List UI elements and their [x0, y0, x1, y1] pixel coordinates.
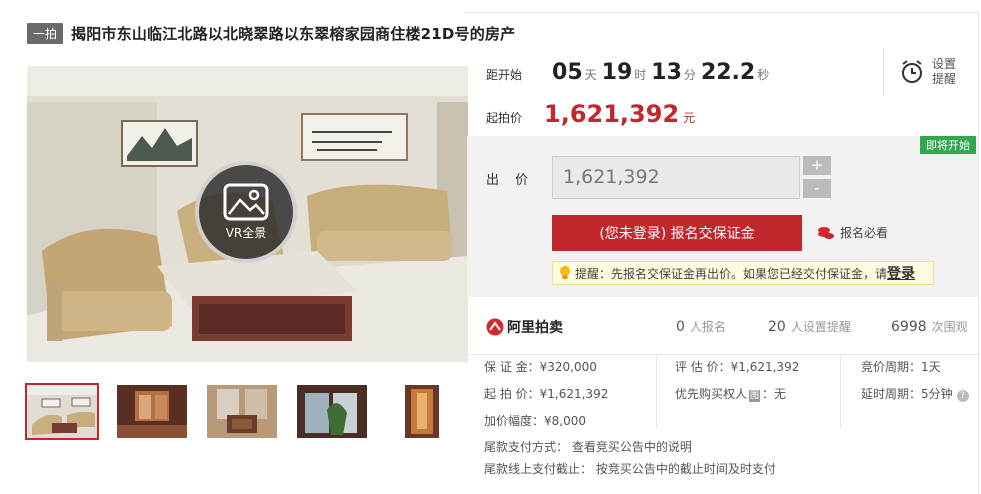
- ali-auction-logo-icon: [486, 318, 504, 336]
- delay-text: 延时周期：5分钟: [861, 387, 953, 401]
- views-count: 6998: [891, 319, 927, 335]
- countdown-hours: 19: [601, 60, 633, 85]
- countdown: 距开始 05 天 19 时 13 分 22.2 秒: [486, 60, 774, 85]
- views-label: 次围观: [931, 320, 968, 334]
- reminders-stat: 20 人设置提醒: [768, 318, 851, 335]
- bid-label: 出 价: [486, 173, 535, 188]
- start-price-row: 起拍价 1,621,392 元: [486, 100, 695, 128]
- thumbnail-strip: [25, 383, 477, 440]
- detail-divider-1: [656, 355, 657, 428]
- decrease-bid-button[interactable]: -: [803, 179, 831, 198]
- start-price-unit: 元: [683, 111, 696, 125]
- cycle-info: 竞价周期：1天: [861, 360, 941, 374]
- start-price-info: 起 拍 价：¥1,621,392: [484, 387, 609, 401]
- title-bar: 一拍 揭阳市东山临江北路以北晓翠路以东翠榕家园商住楼21D号的房产: [27, 20, 515, 46]
- thumbnail-2[interactable]: [117, 385, 187, 438]
- minutes-unit: 分: [683, 68, 696, 82]
- login-link[interactable]: 登录: [887, 263, 915, 283]
- start-price-value: 1,621,392: [544, 100, 680, 128]
- set-reminder-button[interactable]: 设置提醒: [883, 48, 961, 96]
- page-title: 揭阳市东山临江北路以北晓翠路以东翠榕家园商住楼21D号的房产: [71, 24, 516, 43]
- detail-divider-2: [840, 355, 841, 428]
- auction-round-tag: 一拍: [27, 22, 64, 44]
- views-stat: 6998 次围观: [891, 318, 968, 335]
- main-photo[interactable]: VR全景: [27, 66, 468, 362]
- signups-label: 人报名: [689, 320, 726, 334]
- register-deposit-button[interactable]: (您未登录) 报名交保证金: [552, 215, 802, 251]
- reminder-label: 设置提醒: [932, 57, 957, 86]
- vr-panorama-button[interactable]: VR全景: [195, 161, 297, 263]
- top-divider: [466, 12, 979, 13]
- countdown-seconds: 22.2: [700, 60, 756, 85]
- status-badge: 即将开始: [920, 136, 976, 154]
- brand-name: 阿里拍卖: [507, 320, 563, 336]
- tip-text: 提醒：先报名交保证金再出价。如果您已经交付保证金，请: [575, 266, 888, 281]
- signups-count: 0: [676, 319, 685, 335]
- days-unit: 天: [584, 68, 597, 82]
- signups-stat: 0 人报名: [676, 318, 726, 335]
- bid-panel: 即将开始 出 价 1,621,392 + - (您未登录) 报名交保证金 报名必…: [467, 136, 978, 297]
- bid-amount-input[interactable]: 1,621,392: [552, 156, 800, 199]
- coins-icon: [818, 226, 834, 239]
- priority-value: ：无: [762, 387, 787, 401]
- countdown-label: 距开始: [486, 68, 523, 82]
- bid-stepper: + -: [803, 156, 831, 202]
- lightbulb-icon: [560, 266, 570, 279]
- thumbnail-5[interactable]: [387, 385, 457, 438]
- right-divider: [978, 12, 979, 494]
- thumbnail-3[interactable]: [207, 385, 277, 438]
- must-read-label: 报名必看: [840, 226, 889, 240]
- deposit-info: 保 证 金：¥320,000: [484, 360, 597, 374]
- alarm-clock-icon: [902, 60, 922, 83]
- stats-row: 阿里拍卖 0 人报名 20 人设置提醒 6998 次围观: [467, 297, 978, 355]
- login-tip: 提醒：先报名交保证金再出价。如果您已经交付保证金，请 登录: [552, 261, 934, 285]
- payment-method-info: 尾款支付方式： 查看竞买公告中的说明: [484, 440, 692, 454]
- must-read-link[interactable]: 报名必看: [817, 224, 888, 241]
- image-icon: [223, 183, 269, 221]
- start-price-label: 起拍价: [486, 111, 523, 125]
- delay-info: 延时周期：5分钟?: [861, 385, 969, 402]
- vr-label: VR全景: [225, 226, 267, 240]
- countdown-minutes: 13: [651, 60, 682, 85]
- priority-label: 优先购买权人: [675, 387, 748, 401]
- priority-badge-icon[interactable]: 图: [749, 390, 761, 402]
- increment-info: 加价幅度：¥8,000: [484, 414, 586, 428]
- payment-deadline-info: 尾款线上支付截止： 按竞买公告中的截止时间及时支付: [484, 462, 776, 476]
- ali-auction-brand: 阿里拍卖: [486, 317, 563, 337]
- appraisal-info: 评 估 价：¥1,621,392: [675, 360, 800, 374]
- thumbnail-1[interactable]: [25, 383, 99, 440]
- thumbnail-4[interactable]: [297, 385, 367, 438]
- increase-bid-button[interactable]: +: [803, 156, 831, 175]
- reminders-label: 人设置提醒: [790, 320, 851, 334]
- help-icon[interactable]: ?: [956, 390, 969, 402]
- countdown-days: 05: [552, 60, 583, 85]
- priority-buyer-info: 优先购买权人图：无: [675, 385, 786, 402]
- reminders-count: 20: [768, 319, 786, 335]
- seconds-unit: 秒: [757, 68, 770, 82]
- hours-unit: 时: [634, 68, 647, 82]
